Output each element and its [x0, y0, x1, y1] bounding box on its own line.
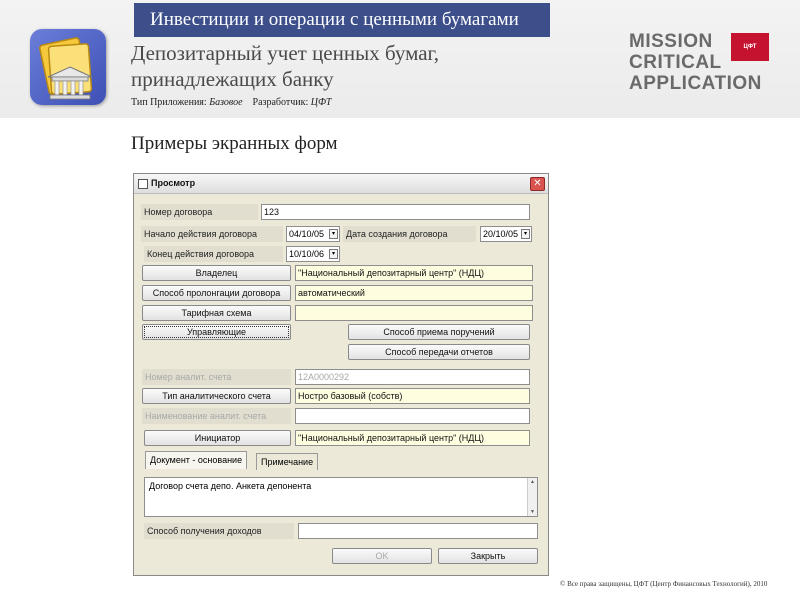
contract-end-label: Конец действия договора — [144, 246, 283, 262]
date-picker-icon[interactable]: ▾ — [521, 229, 530, 239]
meta-type-value: Базовое — [209, 97, 243, 108]
date-picker-icon[interactable]: ▾ — [329, 249, 338, 259]
logo-line-3: APPLICATION — [629, 73, 762, 94]
order-method-button[interactable]: Способ приема поручений — [348, 324, 530, 340]
app-meta: Тип Приложения: Базовое Разработчик: ЦФТ — [131, 97, 331, 108]
report-method-button[interactable]: Способ передачи отчетов — [348, 344, 530, 360]
tariff-field[interactable] — [295, 305, 533, 321]
close-icon[interactable]: ✕ — [530, 177, 545, 191]
meta-dev-label: Разработчик: — [252, 97, 309, 108]
account-name-field[interactable] — [295, 408, 530, 424]
contract-start-date[interactable]: 04/10/05 ▾ — [286, 226, 340, 242]
owner-button[interactable]: Владелец — [142, 265, 291, 281]
slide: Инвестиции и операции с ценными бумагами… — [0, 0, 800, 600]
view-dialog: Просмотр ✕ Номер договора 123 Начало дей… — [133, 173, 549, 576]
contract-end-date[interactable]: 10/10/06 ▾ — [286, 246, 340, 262]
initiator-field[interactable]: "Национальный депозитарный центр" (НДЦ) — [295, 430, 530, 446]
window-icon — [138, 179, 148, 189]
meta-dev-value: ЦФТ — [310, 97, 332, 108]
document-basis-memo[interactable]: Договор счета депо. Анкета депонента ▲ ▼ — [144, 477, 538, 517]
copyright-footer: © Все права защищены, ЦФТ (Центр Финансо… — [560, 580, 768, 588]
contract-number-label: Номер договора — [141, 204, 258, 220]
scroll-up-icon[interactable]: ▲ — [529, 479, 536, 485]
tariff-button[interactable]: Тарифная схема — [142, 305, 291, 321]
folder-bank-icon — [39, 37, 93, 100]
memo-text: Договор счета депо. Анкета депонента — [149, 481, 312, 491]
created-date-label: Дата создания договора — [343, 226, 476, 242]
contract-start-value: 04/10/05 — [289, 229, 325, 239]
contract-end-value: 10/10/06 — [289, 249, 325, 259]
account-number-field[interactable]: 12А0000292 — [295, 369, 530, 385]
close-button[interactable]: Закрыть — [438, 548, 538, 564]
prolongation-button[interactable]: Способ пролонгации договора — [142, 285, 291, 301]
banner-title: Инвестиции и операции с ценными бумагами — [134, 3, 550, 37]
ok-button[interactable]: OK — [332, 548, 432, 564]
account-number-label: Номер аналит. счета — [142, 369, 291, 385]
contract-start-label: Начало действия договора — [141, 226, 283, 242]
section-title: Примеры экранных форм — [131, 133, 338, 154]
tab-document-basis[interactable]: Документ - основание — [145, 451, 248, 469]
income-method-label: Способ получения доходов — [144, 523, 294, 539]
app-icon — [30, 29, 106, 105]
managers-button[interactable]: Управляющие — [142, 324, 291, 340]
owner-field[interactable]: "Национальный депозитарный центр" (НДЦ) — [295, 265, 533, 281]
page-title: Депозитарный учет ценных бумаг, принадле… — [131, 40, 531, 92]
logo-box: ЦФТ — [731, 33, 769, 61]
created-date-value: 20/10/05 — [483, 229, 519, 239]
prolongation-field[interactable]: автоматический — [295, 285, 533, 301]
date-picker-icon[interactable]: ▾ — [329, 229, 338, 239]
memo-scrollbar[interactable]: ▲ ▼ — [527, 478, 537, 516]
dialog-titlebar[interactable]: Просмотр ✕ — [134, 174, 548, 194]
scroll-down-icon[interactable]: ▼ — [529, 509, 536, 515]
mission-critical-logo: MISSION CRITICAL APPLICATION ЦФТ — [629, 31, 779, 97]
contract-number-field[interactable]: 123 — [261, 204, 530, 220]
title-line-2: принадлежащих банку — [131, 67, 334, 91]
created-date[interactable]: 20/10/05 ▾ — [480, 226, 532, 242]
income-method-field[interactable] — [298, 523, 538, 539]
meta-type-label: Тип Приложения: — [131, 97, 207, 108]
account-type-button[interactable]: Тип аналитического счета — [142, 388, 291, 404]
dialog-title: Просмотр — [151, 178, 196, 188]
account-type-field[interactable]: Ностро базовый (собств) — [295, 388, 530, 404]
tab-note[interactable]: Примечание — [256, 453, 319, 470]
title-line-1: Депозитарный учет ценных бумаг, — [131, 41, 440, 65]
account-name-label: Наименование аналит. счета — [142, 408, 291, 424]
initiator-button[interactable]: Инициатор — [144, 430, 291, 446]
